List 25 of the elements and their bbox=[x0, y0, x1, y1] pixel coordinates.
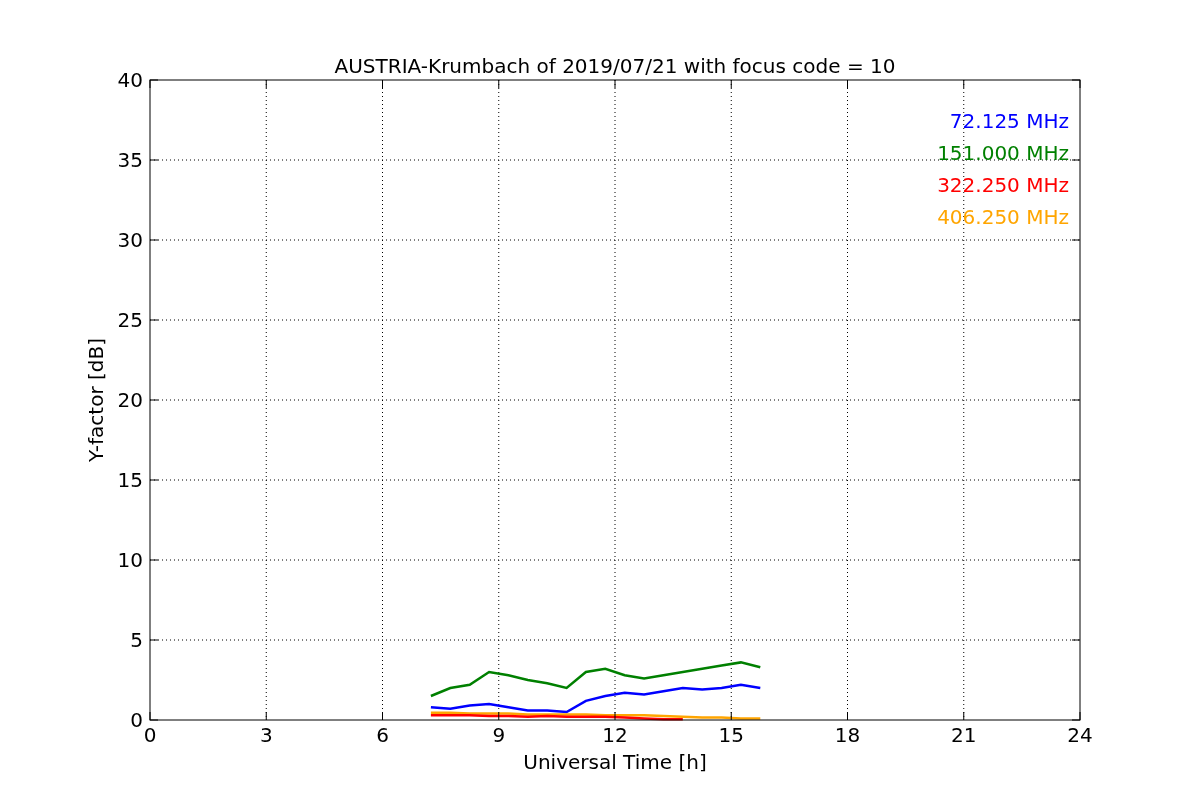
y-axis-label: Y-factor [dB] bbox=[84, 338, 108, 462]
tick-label: 6 bbox=[376, 723, 389, 747]
tick-label: 15 bbox=[718, 723, 744, 747]
tick-label: 3 bbox=[259, 723, 273, 747]
tick-label: 40 bbox=[117, 68, 143, 92]
tick-label: 25 bbox=[117, 308, 143, 332]
tick-label: 18 bbox=[834, 723, 861, 747]
tick-label: 0 bbox=[143, 723, 157, 747]
tick-label: 0 bbox=[130, 708, 143, 732]
tick-label: 10 bbox=[117, 548, 143, 572]
tick-label: 30 bbox=[117, 228, 143, 252]
legend-label: 72.125 MHz bbox=[949, 109, 1069, 133]
tick-label: 21 bbox=[951, 723, 977, 747]
tick-label: 15 bbox=[117, 468, 143, 492]
legend-label: 322.250 MHz bbox=[937, 173, 1069, 197]
tick-label: 9 bbox=[492, 723, 506, 747]
chart-title: AUSTRIA-Krumbach of 2019/07/21 with focus code = 10 bbox=[334, 54, 896, 78]
tick-label: 20 bbox=[117, 388, 143, 412]
tick-label: 35 bbox=[117, 148, 143, 172]
legend-label: 151.000 MHz bbox=[937, 141, 1069, 165]
legend-label: 406.250 MHz bbox=[937, 205, 1069, 229]
tick-label: 5 bbox=[130, 628, 143, 652]
tick-label: 24 bbox=[1067, 723, 1093, 747]
x-axis-label: Universal Time [h] bbox=[523, 750, 707, 774]
tick-label: 12 bbox=[602, 723, 628, 747]
